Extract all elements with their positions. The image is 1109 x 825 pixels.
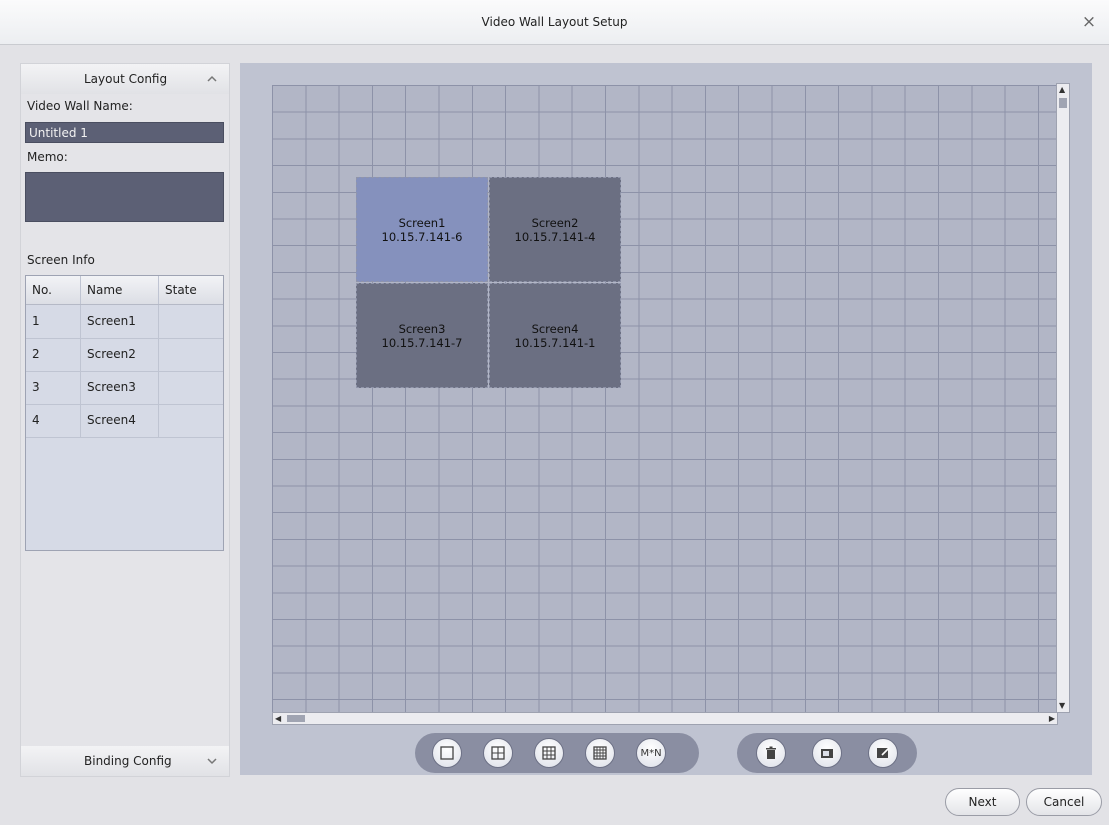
memo-label: Memo: (27, 150, 68, 164)
close-icon[interactable]: × (1079, 0, 1099, 44)
screen-tile-name: Screen4 (531, 321, 579, 336)
video-wall-name-input[interactable]: Untitled 1 (25, 122, 224, 143)
screen-tile[interactable]: Screen1 10.15.7.141-6 (356, 177, 488, 282)
row-name: Screen2 (81, 338, 159, 371)
screen-tile-name: Screen2 (531, 215, 579, 230)
column-header-no[interactable]: No. (26, 276, 81, 304)
window-title: Video Wall Layout Setup (481, 15, 628, 29)
screen-tile[interactable]: Screen2 10.15.7.141-4 (489, 177, 621, 282)
row-no: 3 (26, 371, 81, 404)
chevron-down-icon[interactable] (203, 746, 221, 787)
row-name: Screen4 (81, 404, 159, 437)
row-no: 1 (26, 305, 81, 338)
layout-4x4-icon[interactable] (585, 738, 615, 768)
table-row[interactable]: 3 Screen3 (26, 371, 223, 405)
screen-tile-ip: 10.15.7.141-1 (514, 335, 596, 350)
vertical-scroll-thumb[interactable] (1059, 98, 1067, 108)
table-header: No. Name State (26, 276, 223, 305)
table-row[interactable]: 2 Screen2 (26, 338, 223, 372)
cancel-button[interactable]: Cancel (1026, 788, 1102, 816)
delete-icon[interactable] (756, 738, 786, 768)
row-state (159, 371, 223, 404)
row-state (159, 305, 223, 338)
video-wall-name-label: Video Wall Name: (27, 99, 133, 113)
table-row[interactable]: 1 Screen1 (26, 305, 223, 339)
screen-tile-name: Screen1 (398, 215, 446, 230)
left-panel: Layout Config Video Wall Name: Untitled … (20, 63, 230, 777)
edit-toolbar (737, 733, 917, 773)
horizontal-scrollbar[interactable]: ◀ ▶ (272, 712, 1058, 725)
binding-config-header[interactable]: Binding Config (21, 746, 229, 776)
column-header-state[interactable]: State (159, 276, 223, 304)
vertical-scrollbar[interactable]: ▲ ▼ (1056, 83, 1070, 713)
row-no: 4 (26, 404, 81, 437)
scroll-right-icon[interactable]: ▶ (1049, 714, 1055, 724)
horizontal-scroll-thumb[interactable] (287, 715, 305, 722)
layout-1x1-icon[interactable] (432, 738, 462, 768)
scroll-up-icon[interactable]: ▲ (1059, 85, 1065, 95)
layout-toolbar: M*N (415, 733, 699, 773)
chevron-up-icon[interactable] (203, 64, 221, 105)
row-name: Screen1 (81, 305, 159, 338)
screen-info-table: No. Name State 1 Screen1 2 Screen2 3 Scr… (25, 275, 224, 551)
layout-3x3-icon[interactable] (534, 738, 564, 768)
screen-tile-name: Screen3 (398, 321, 446, 336)
column-header-name[interactable]: Name (81, 276, 159, 304)
layout-canvas-area: Screen1 10.15.7.141-6 Screen2 10.15.7.14… (240, 63, 1092, 775)
scroll-down-icon[interactable]: ▼ (1059, 701, 1065, 711)
layout-2x2-icon[interactable] (483, 738, 513, 768)
memo-input[interactable] (25, 172, 224, 222)
edit-icon[interactable] (868, 738, 898, 768)
layout-mxn-icon[interactable]: M*N (636, 738, 666, 768)
mxn-label: M*N (640, 747, 662, 759)
screen-tile[interactable]: Screen4 10.15.7.141-1 (489, 283, 621, 388)
row-state (159, 404, 223, 437)
binding-config-label: Binding Config (84, 754, 172, 768)
layout-grid[interactable]: Screen1 10.15.7.141-6 Screen2 10.15.7.14… (272, 85, 1056, 712)
layout-config-header[interactable]: Layout Config (21, 64, 229, 94)
title-bar: Video Wall Layout Setup × (0, 0, 1109, 45)
screen-tile-ip: 10.15.7.141-7 (381, 335, 463, 350)
screen-icon[interactable] (812, 738, 842, 768)
scroll-left-icon[interactable]: ◀ (275, 714, 281, 724)
row-name: Screen3 (81, 371, 159, 404)
layout-config-label: Layout Config (84, 72, 168, 86)
table-row[interactable]: 4 Screen4 (26, 404, 223, 438)
row-state (159, 338, 223, 371)
next-button[interactable]: Next (945, 788, 1020, 816)
screen-tile-ip: 10.15.7.141-6 (381, 229, 463, 244)
row-no: 2 (26, 338, 81, 371)
screen-tile-ip: 10.15.7.141-4 (514, 229, 596, 244)
screen-tile[interactable]: Screen3 10.15.7.141-7 (356, 283, 488, 388)
screen-info-label: Screen Info (27, 253, 95, 267)
